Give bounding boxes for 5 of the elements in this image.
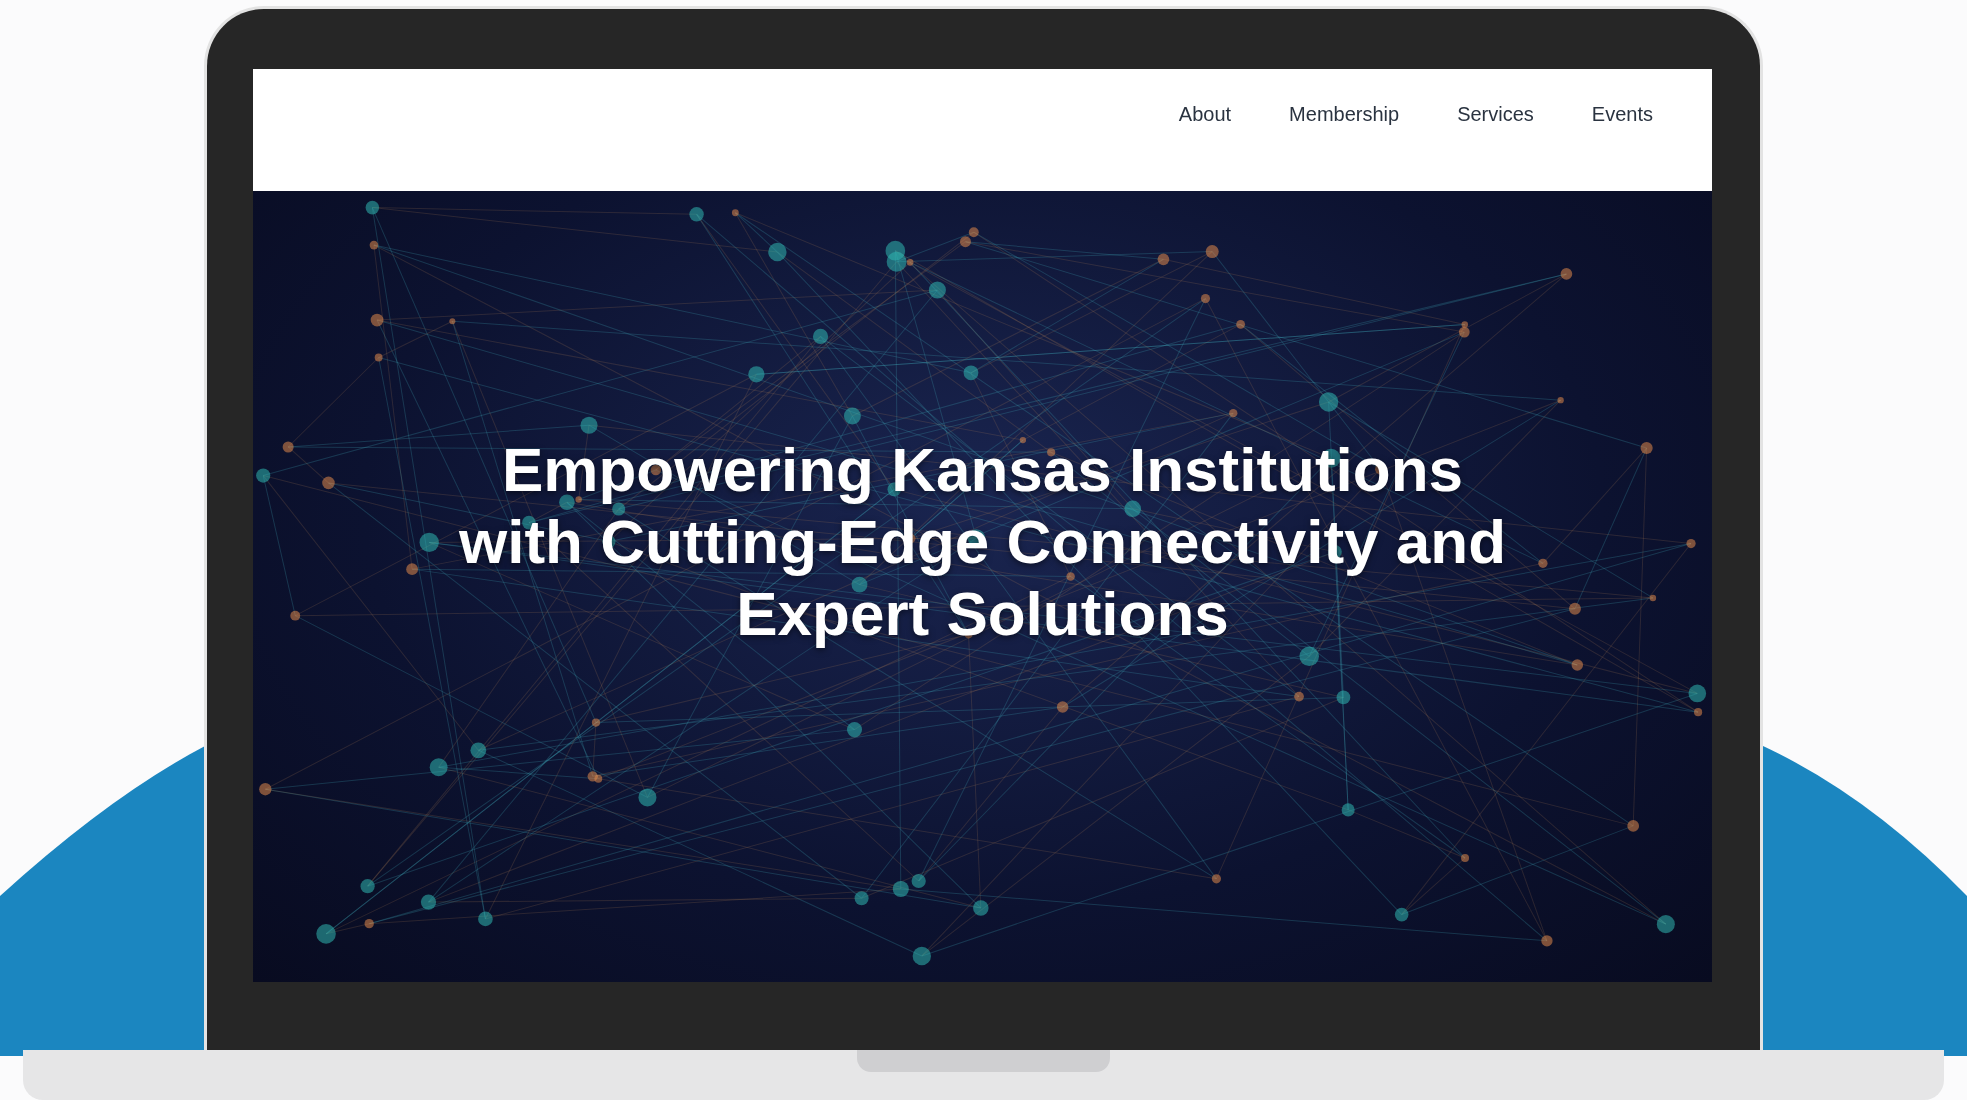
nav-link[interactable]: Events [1562, 99, 1682, 129]
nav-link[interactable]: Membership [1260, 99, 1429, 129]
nav-link[interactable]: About [1149, 99, 1261, 129]
hero-heading: Empowering Kansas Institutions with Cutting-Edge Connectivity and Expert Solutions [457, 433, 1508, 650]
nav-link[interactable]: Services [1428, 99, 1563, 129]
